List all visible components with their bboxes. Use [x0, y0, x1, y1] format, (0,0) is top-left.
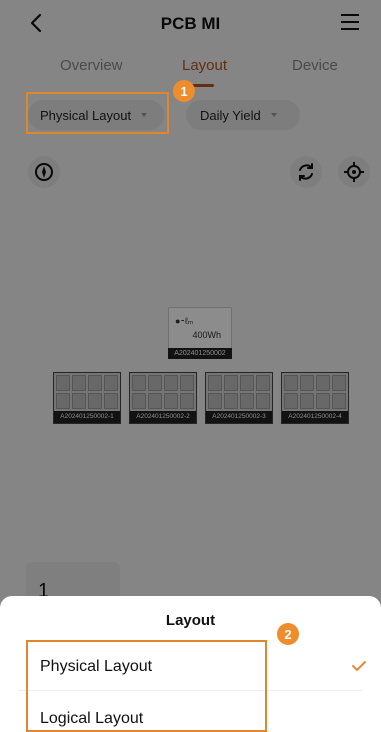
checkmark-icon	[352, 661, 366, 671]
sheet-title: Layout	[165, 612, 216, 629]
annotation-box-1	[26, 92, 169, 134]
annotation-badge-2: 2	[277, 623, 299, 645]
annotation-box-2	[26, 640, 267, 732]
annotation-badge-1: 1	[173, 80, 195, 102]
